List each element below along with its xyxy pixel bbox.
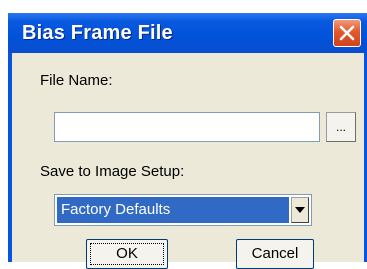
- save-to-image-setup-label: Save to Image Setup:: [40, 163, 185, 180]
- close-button[interactable]: [333, 19, 361, 47]
- image-setup-select[interactable]: Factory Defaults: [54, 194, 312, 226]
- close-x-icon: [339, 25, 355, 41]
- chevron-down-icon: [295, 207, 305, 213]
- dropdown-button[interactable]: [291, 197, 309, 223]
- bias-frame-file-dialog: Bias Frame File File Name: ... Save to I…: [8, 13, 367, 269]
- window-title: Bias Frame File: [22, 22, 173, 44]
- dialog-body: File Name: ... Save to Image Setup: Fact…: [12, 53, 364, 269]
- file-name-input[interactable]: [54, 112, 320, 142]
- image-setup-selected-value: Factory Defaults: [57, 197, 289, 223]
- browse-button[interactable]: ...: [326, 112, 356, 142]
- ok-button-label: OK: [116, 245, 138, 262]
- file-name-label: File Name:: [40, 72, 113, 89]
- cancel-button[interactable]: Cancel: [236, 239, 314, 269]
- title-bar[interactable]: Bias Frame File: [8, 13, 367, 53]
- ok-button[interactable]: OK: [86, 239, 168, 269]
